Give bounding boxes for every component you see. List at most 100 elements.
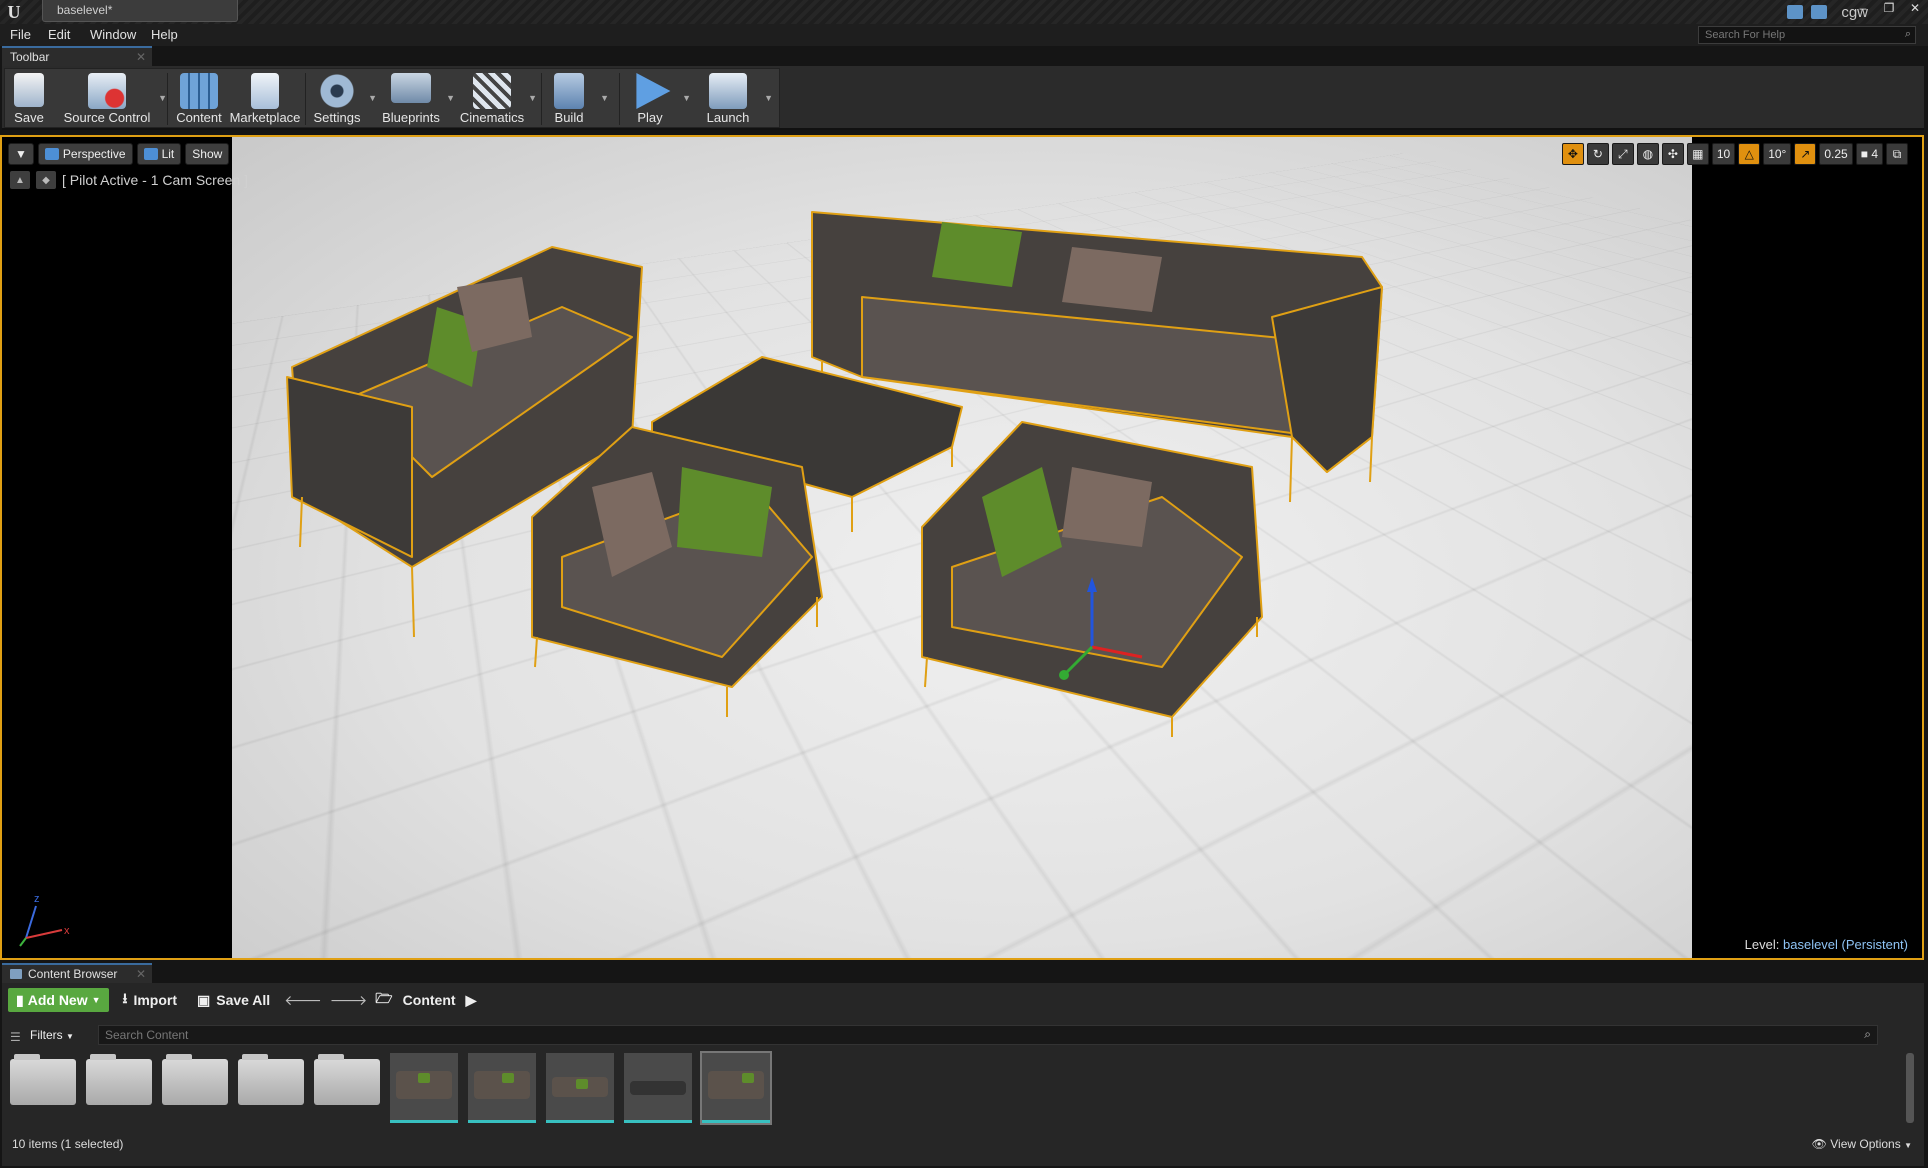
- pillow-green: [932, 222, 1022, 287]
- close-tab-icon[interactable]: ✕: [136, 967, 146, 981]
- asset-tile-coffee-table[interactable]: [624, 1053, 692, 1123]
- chevron-right-icon[interactable]: ▶: [466, 992, 477, 1009]
- rotate-mode-icon[interactable]: ↻: [1587, 143, 1609, 165]
- folder-tile[interactable]: [162, 1059, 228, 1105]
- maximize-viewport-icon[interactable]: ⧉: [1886, 143, 1908, 165]
- menu-file[interactable]: File: [10, 27, 31, 42]
- document-tab[interactable]: baselevel*: [42, 0, 238, 22]
- pilot-status-text: [ Pilot Active - 1 Cam Screen ]: [62, 172, 248, 188]
- blueprints-button[interactable]: Blueprints ▼: [379, 69, 443, 129]
- save-all-button[interactable]: ▣ Save All: [191, 988, 276, 1012]
- minimize-button[interactable]: –: [1850, 0, 1876, 16]
- play-label: Play: [621, 110, 679, 125]
- camera-icon: [45, 148, 59, 160]
- chevron-down-icon[interactable]: ▼: [446, 93, 455, 103]
- chevron-down-icon[interactable]: ▼: [682, 93, 691, 103]
- camera-speed-button[interactable]: ■ 4: [1856, 143, 1883, 165]
- build-button[interactable]: Build ▼: [543, 69, 595, 129]
- toolbar-divider: [619, 73, 620, 125]
- translate-mode-icon[interactable]: ✥: [1562, 143, 1584, 165]
- chevron-down-icon[interactable]: ▼: [600, 93, 609, 103]
- view-options-button[interactable]: 👁 View Options ▼: [1812, 1137, 1912, 1151]
- asset-tile-armchair[interactable]: [468, 1053, 536, 1123]
- scene-view[interactable]: [232, 137, 1692, 958]
- chevron-down-icon[interactable]: ▼: [528, 93, 537, 103]
- breadcrumb-content[interactable]: Content: [403, 992, 456, 1008]
- toolbar-tab[interactable]: Toolbar ✕: [2, 46, 152, 66]
- asset-tile-armchair[interactable]: [390, 1053, 458, 1123]
- blueprints-icon: [391, 73, 431, 103]
- import-button[interactable]: ⭳ Import: [117, 988, 183, 1012]
- add-new-button[interactable]: ▮ Add New ▼: [8, 988, 109, 1012]
- back-arrow-icon[interactable]: 🡐: [284, 992, 322, 1009]
- folder-tile[interactable]: [238, 1059, 304, 1105]
- chat-icon[interactable]: [1787, 5, 1803, 19]
- lit-label: Lit: [162, 147, 175, 161]
- source-control-button[interactable]: Source Control ▼: [57, 69, 157, 129]
- search-icon[interactable]: ⌕: [1905, 28, 1911, 41]
- world-space-icon[interactable]: ◍: [1637, 143, 1659, 165]
- menu-edit[interactable]: Edit: [48, 27, 70, 42]
- lit-button[interactable]: Lit: [137, 143, 182, 165]
- play-button[interactable]: Play ▼: [621, 69, 679, 129]
- toolbar-divider: [305, 73, 306, 125]
- save-all-label: Save All: [216, 992, 270, 1008]
- launch-label: Launch: [697, 110, 759, 125]
- menu-window[interactable]: Window: [90, 27, 136, 42]
- selected-furniture: [287, 212, 1382, 737]
- level-viewport[interactable]: ▼ Perspective Lit Show ▲ ◆ [ Pilot Activ…: [0, 135, 1924, 960]
- help-search-placeholder: Search For Help: [1705, 29, 1785, 41]
- filters-label: Filters: [30, 1028, 63, 1042]
- level-info: Level: baselevel (Persistent): [1745, 937, 1908, 952]
- perspective-label: Perspective: [63, 147, 126, 161]
- marketplace-button[interactable]: Marketplace: [227, 69, 303, 129]
- forward-arrow-icon[interactable]: 🡒: [330, 992, 368, 1009]
- folder-open-icon[interactable]: 🗁: [375, 988, 392, 1012]
- filter-bar: ☰ Filters ▼ Search Content ⌕: [2, 1025, 1924, 1045]
- rotation-snap-icon[interactable]: △: [1738, 143, 1760, 165]
- pilot-camera-icon[interactable]: ◆: [36, 171, 56, 189]
- folder-tile[interactable]: [10, 1059, 76, 1105]
- chevron-down-icon[interactable]: ▼: [368, 93, 377, 103]
- scale-snap-icon[interactable]: ↗: [1794, 143, 1816, 165]
- axis-indicator: z x: [16, 888, 76, 948]
- search-icon[interactable]: ⌕: [1864, 1027, 1871, 1042]
- surface-snap-icon[interactable]: ✣: [1662, 143, 1684, 165]
- rotation-snap-value[interactable]: 10°: [1763, 143, 1791, 165]
- close-tab-icon[interactable]: ✕: [136, 50, 146, 64]
- settings-button[interactable]: Settings ▼: [307, 69, 367, 129]
- viewport-options-button[interactable]: ▼: [8, 143, 34, 165]
- launch-button[interactable]: Launch ▼: [697, 69, 759, 129]
- show-button[interactable]: Show: [185, 143, 229, 165]
- perspective-button[interactable]: Perspective: [38, 143, 133, 165]
- scale-mode-icon[interactable]: ⤢: [1612, 143, 1634, 165]
- chevron-down-icon[interactable]: ▼: [158, 93, 167, 103]
- close-button[interactable]: ✕: [1902, 0, 1928, 16]
- viewport-snap-controls: ✥ ↻ ⤢ ◍ ✣ ▦ 10 △ 10° ↗ 0.25 ■ 4 ⧉: [1562, 143, 1908, 165]
- blueprints-label: Blueprints: [379, 110, 443, 125]
- axis-x-label: x: [64, 925, 70, 937]
- asset-tile-sofa[interactable]: [546, 1053, 614, 1123]
- folder-tile[interactable]: [314, 1059, 380, 1105]
- grid-snap-value[interactable]: 10: [1712, 143, 1735, 165]
- asset-tile-loveseat-selected[interactable]: [702, 1053, 770, 1123]
- eject-icon[interactable]: ▲: [10, 171, 30, 189]
- scale-snap-value[interactable]: 0.25: [1819, 143, 1852, 165]
- search-content-input[interactable]: Search Content ⌕: [98, 1025, 1878, 1045]
- notification-icon[interactable]: [1811, 5, 1827, 19]
- content-browser-tab[interactable]: Content Browser ✕: [2, 963, 152, 983]
- menu-help[interactable]: Help: [151, 27, 178, 42]
- maximize-button[interactable]: ❐: [1876, 0, 1902, 16]
- folder-tile[interactable]: [86, 1059, 152, 1105]
- chevron-down-icon[interactable]: ▼: [764, 93, 773, 103]
- content-button[interactable]: Content: [171, 69, 227, 129]
- cinematics-button[interactable]: Cinematics ▼: [457, 69, 527, 129]
- save-button[interactable]: Save: [5, 69, 53, 129]
- sources-toggle-icon[interactable]: ☰: [10, 1030, 21, 1044]
- help-search-input[interactable]: Search For Help ⌕: [1698, 26, 1916, 44]
- toolbar-tab-label: Toolbar: [10, 50, 49, 64]
- vertical-scrollbar[interactable]: [1906, 1053, 1914, 1123]
- filters-button[interactable]: ☰ Filters ▼: [2, 1028, 94, 1042]
- grid-snap-icon[interactable]: ▦: [1687, 143, 1709, 165]
- camera-speed-value: 4: [1871, 147, 1878, 161]
